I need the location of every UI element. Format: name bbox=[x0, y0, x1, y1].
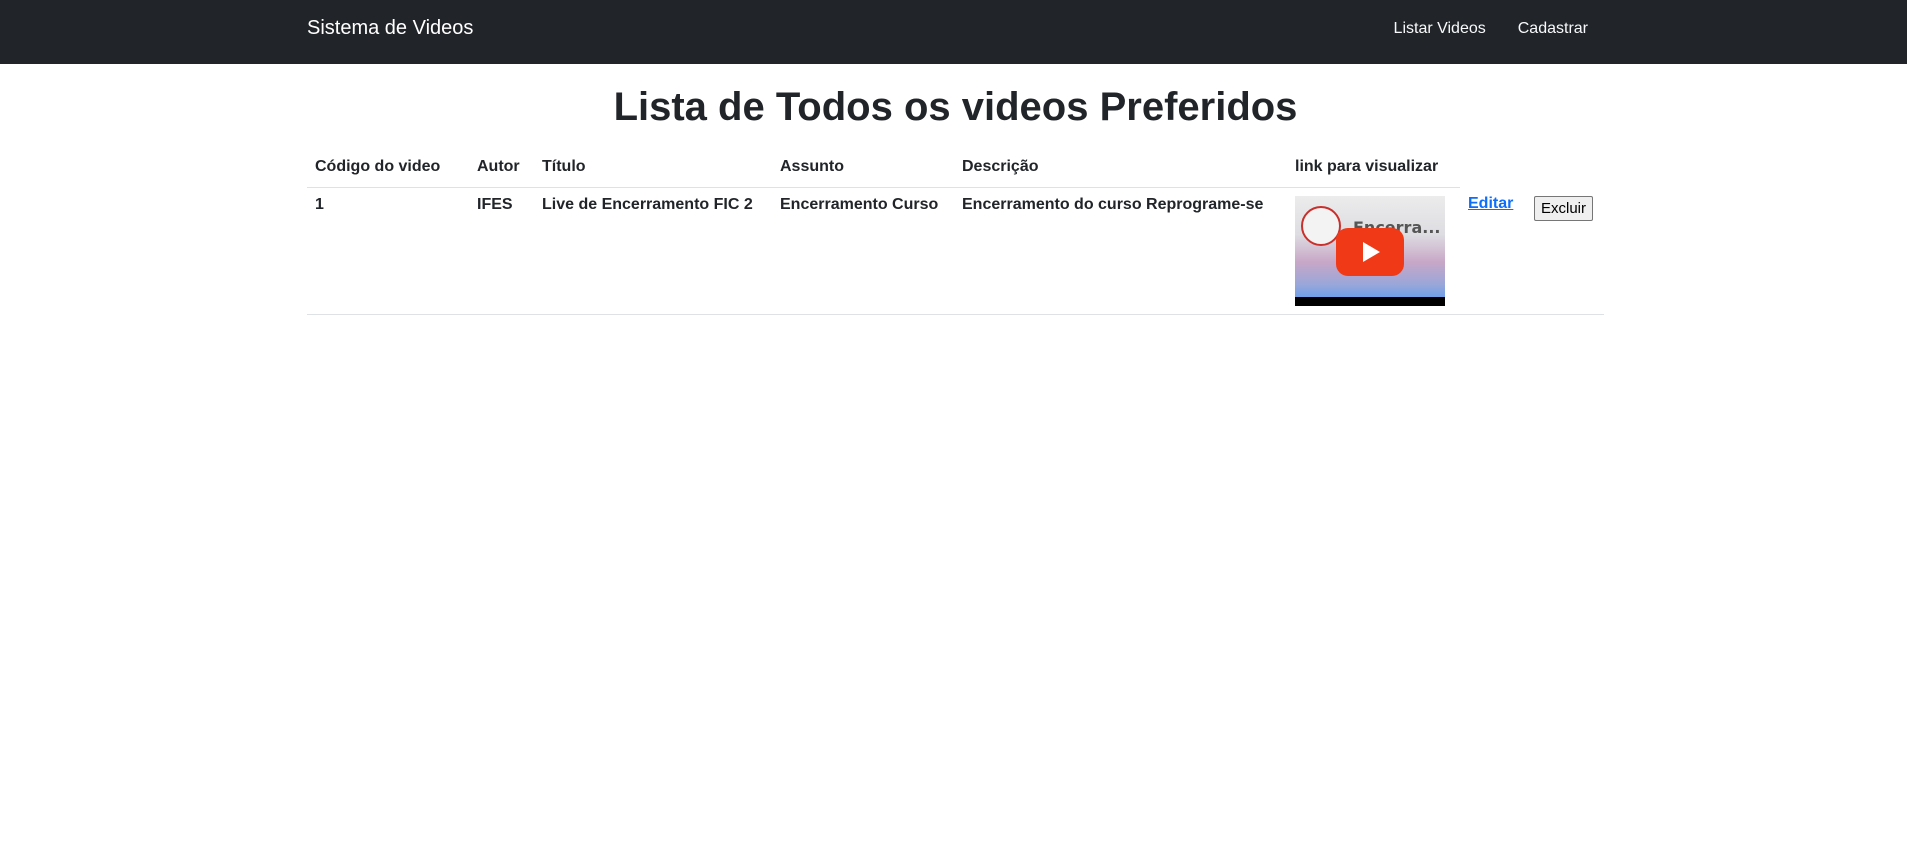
videos-table: Código do video Autor Título Assunto Des… bbox=[307, 148, 1604, 315]
header-autor: Autor bbox=[469, 148, 534, 188]
cell-descricao: Encerramento do curso Reprograme-se bbox=[954, 187, 1287, 315]
header-descricao: Descrição bbox=[954, 148, 1287, 188]
table-row: 1 IFES Live de Encerramento FIC 2 Encerr… bbox=[307, 187, 1604, 315]
main-container: Lista de Todos os videos Preferidos Códi… bbox=[307, 64, 1604, 315]
play-icon[interactable] bbox=[1336, 227, 1404, 276]
header-delete bbox=[1526, 148, 1604, 187]
brand-link[interactable]: Sistema de Videos bbox=[307, 0, 473, 57]
channel-logo bbox=[1301, 205, 1341, 246]
video-thumbnail[interactable]: Encerra... bbox=[1295, 195, 1445, 306]
header-assunto: Assunto bbox=[772, 148, 954, 188]
header-edit bbox=[1460, 148, 1526, 187]
cell-edit: Editar bbox=[1460, 187, 1526, 315]
cell-codigo: 1 bbox=[307, 187, 469, 315]
edit-link[interactable]: Editar bbox=[1468, 195, 1513, 212]
nav-link-listar-videos[interactable]: Listar Videos bbox=[1394, 0, 1486, 57]
header-codigo: Código do video bbox=[307, 148, 469, 188]
cell-delete: Excluir bbox=[1526, 187, 1604, 315]
header-titulo: Título bbox=[534, 148, 772, 188]
cell-titulo: Live de Encerramento FIC 2 bbox=[534, 187, 772, 315]
delete-button[interactable]: Excluir bbox=[1534, 196, 1594, 221]
table-header-row: Código do video Autor Título Assunto Des… bbox=[307, 148, 1604, 188]
nav-link-cadastrar[interactable]: Cadastrar bbox=[1518, 0, 1588, 57]
cell-assunto: Encerramento Curso bbox=[772, 187, 954, 315]
navbar: Sistema de Videos Listar Videos Cadastra… bbox=[0, 0, 1907, 64]
cell-video: Encerra... bbox=[1287, 187, 1460, 315]
cell-autor: IFES bbox=[469, 187, 534, 315]
header-link: link para visualizar bbox=[1287, 148, 1460, 188]
nav-links: Listar Videos Cadastrar bbox=[1362, 0, 1588, 57]
page-title: Lista de Todos os videos Preferidos bbox=[613, 85, 1298, 129]
